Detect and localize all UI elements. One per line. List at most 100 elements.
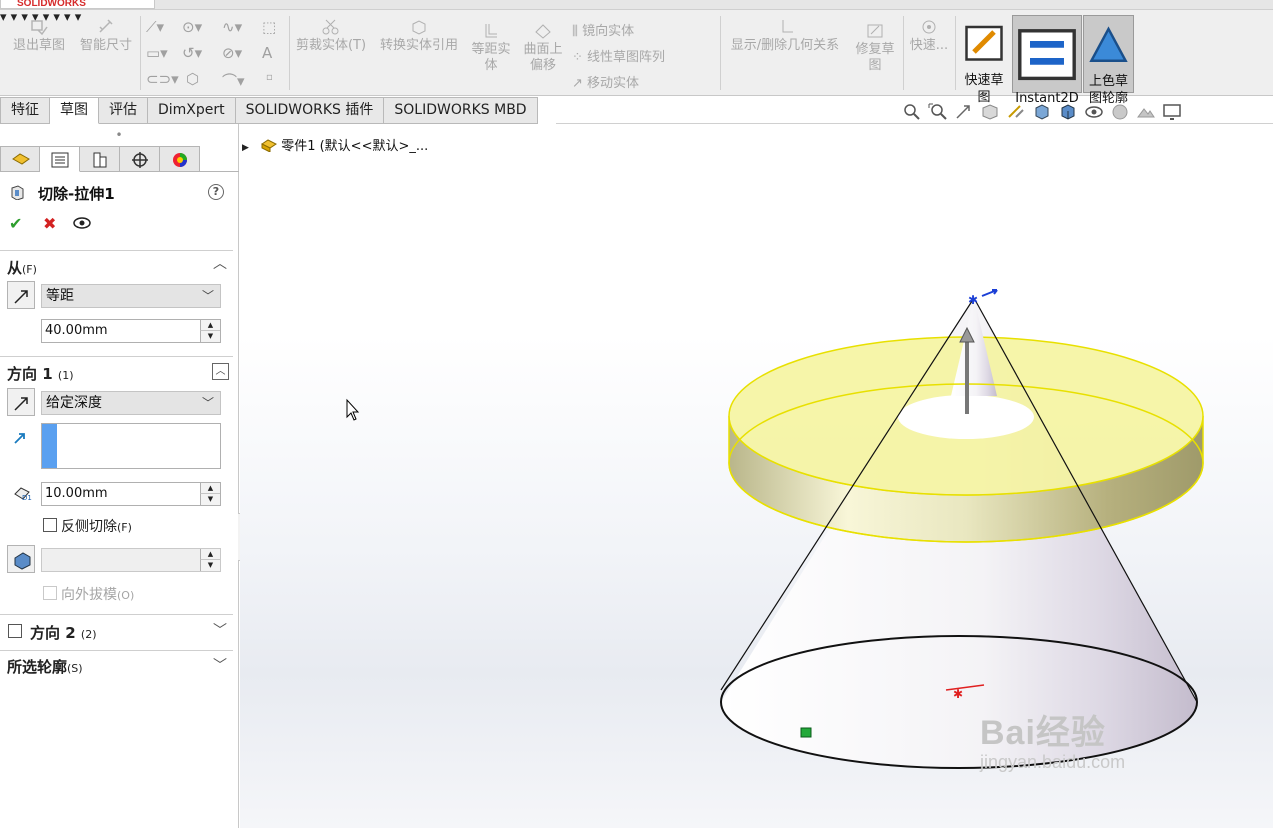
- text-icon[interactable]: A: [262, 44, 272, 62]
- tab-configuration-manager[interactable]: [80, 146, 120, 172]
- tab-solidworks-addins[interactable]: SOLIDWORKS 插件: [235, 97, 385, 124]
- model-view[interactable]: ✱ ✱: [240, 124, 1273, 828]
- surface-offset-button[interactable]: 曲面上 偏移: [518, 22, 568, 74]
- apply-scene-icon[interactable]: [1134, 101, 1158, 123]
- mirror-entities-button[interactable]: ⫼ 镜向实体: [572, 20, 634, 39]
- view-settings-icon[interactable]: [1160, 101, 1184, 123]
- solidworks-logo[interactable]: SOLIDWORKS: [0, 0, 155, 9]
- feature-tree-flyout[interactable]: ▶ 零件1 (默认<<默认>_...: [242, 135, 428, 154]
- spin-down-icon[interactable]: ▼: [200, 494, 220, 505]
- direction-reference-list[interactable]: [41, 423, 221, 469]
- shaded-contours-icon: [1089, 26, 1128, 62]
- repair-label-1: 修复草: [855, 42, 895, 57]
- flip-side-key: (F): [117, 521, 132, 534]
- fillet-icon[interactable]: ⌒▾: [222, 70, 245, 91]
- smart-dim-button[interactable]: 智能尺寸: [75, 18, 137, 54]
- zoom-area-icon[interactable]: [926, 101, 950, 123]
- section-view-icon[interactable]: [978, 101, 1002, 123]
- from-type-select[interactable]: 等距 ﹀: [41, 284, 221, 308]
- separator: [720, 16, 721, 90]
- line-icon[interactable]: ⟋▾: [146, 18, 164, 36]
- reverse-direction-icon: [14, 397, 28, 411]
- from-direction-icon: [14, 290, 28, 304]
- repair-label-2: 图: [868, 58, 882, 73]
- from-offset-input[interactable]: 40.00mm ▲ ▼: [41, 319, 221, 343]
- trim-button[interactable]: 剪裁实体(T): [293, 18, 369, 54]
- exit-sketch-button[interactable]: 退出草图: [8, 18, 70, 54]
- slot-icon[interactable]: ⊂⊃▾: [146, 70, 179, 88]
- point-icon[interactable]: ▫: [266, 72, 273, 83]
- arc-icon[interactable]: ↺▾: [182, 44, 202, 62]
- circle-icon[interactable]: ⊙▾: [182, 18, 202, 36]
- spline-icon[interactable]: ∿▾: [222, 18, 242, 36]
- from-direction-button[interactable]: [7, 281, 35, 309]
- feature-title: 切除-拉伸1: [38, 185, 115, 203]
- end-condition-select[interactable]: 给定深度 ﹀: [41, 391, 221, 415]
- previous-view-icon[interactable]: [952, 101, 976, 123]
- expand-triangle-icon[interactable]: ▶: [242, 143, 249, 153]
- direction1-section-header[interactable]: 方向 1 (1) ︿: [0, 356, 233, 383]
- repair-sketch-button[interactable]: 修复草 图: [850, 22, 900, 74]
- tab-dimxpert-manager[interactable]: [120, 146, 160, 172]
- tab-property-manager[interactable]: [40, 146, 80, 172]
- rectangle-icon[interactable]: ▭▾: [146, 44, 168, 62]
- show-relations-button[interactable]: 显示/删除几何关系: [724, 18, 846, 54]
- view-orientation-icon[interactable]: [1030, 101, 1054, 123]
- move-icon: ↗: [572, 76, 588, 91]
- move-entities-button[interactable]: ↗ 移动实体: [572, 72, 639, 91]
- tab-display-manager[interactable]: [160, 146, 200, 172]
- reverse-direction-button[interactable]: [7, 388, 35, 416]
- spin-up-icon[interactable]: ▲: [200, 320, 220, 331]
- quick-snaps-button[interactable]: 快速...: [906, 18, 952, 54]
- rapid-sketch-label-1: 快速草: [964, 73, 1004, 88]
- cancel-x-icon[interactable]: ✖: [43, 214, 56, 233]
- chevron-down-icon[interactable]: ﹀: [213, 620, 227, 640]
- polygon-icon[interactable]: ⬡: [186, 70, 199, 88]
- plane-icon[interactable]: ⬚: [262, 18, 276, 36]
- ellipse-icon[interactable]: ⊘▾: [222, 44, 242, 62]
- mirror-icon: ⫼: [572, 24, 583, 39]
- rapid-sketch-button[interactable]: 快速草 图: [959, 22, 1009, 105]
- direction2-section-header[interactable]: 方向 2 (2) ﹀: [0, 614, 233, 646]
- chevron-down-icon[interactable]: ﹀: [213, 655, 227, 675]
- spin-up-icon[interactable]: ▲: [200, 549, 220, 560]
- direction2-checkbox[interactable]: [8, 624, 22, 638]
- panel-grip[interactable]: •: [0, 124, 238, 146]
- spin-up-icon[interactable]: ▲: [200, 483, 220, 494]
- graphics-area[interactable]: ✱ ✱: [240, 124, 1273, 828]
- instant2d-button[interactable]: Instant2D: [1012, 15, 1082, 106]
- collapse-chevron-icon[interactable]: ︿: [213, 253, 227, 273]
- help-icon[interactable]: ?: [208, 184, 224, 200]
- tab-solidworks-mbd[interactable]: SOLIDWORKS MBD: [384, 97, 538, 124]
- collapse-box-icon[interactable]: ︿: [212, 363, 229, 380]
- flip-side-checkbox[interactable]: [43, 518, 57, 532]
- offset-entities-button[interactable]: 等距实 体: [466, 22, 516, 74]
- hide-show-items-icon[interactable]: [1082, 101, 1106, 123]
- depth-input[interactable]: 10.00mm ▲ ▼: [41, 482, 221, 506]
- linear-pattern-button[interactable]: ⁘ 线性草图阵列: [572, 46, 665, 65]
- from-section-header[interactable]: 从(F) ︿: [0, 250, 233, 277]
- spin-down-icon[interactable]: ▼: [200, 331, 220, 342]
- exit-sketch-dropdown-icon[interactable]: ▾: [0, 10, 7, 25]
- sketch-point-marker[interactable]: [800, 727, 812, 738]
- preview-eye-icon[interactable]: [73, 217, 91, 229]
- draft-toggle-button[interactable]: [7, 545, 35, 573]
- selected-contours-section-header[interactable]: 所选轮廓(S) ﹀: [0, 650, 233, 682]
- dynamic-annotation-icon[interactable]: [1004, 101, 1028, 123]
- spin-down-icon[interactable]: ▼: [200, 560, 220, 571]
- edit-appearance-icon[interactable]: [1108, 101, 1132, 123]
- tab-dimxpert[interactable]: DimXpert: [148, 97, 236, 124]
- chevron-down-icon: ﹀: [201, 289, 214, 303]
- display-style-icon[interactable]: [1056, 101, 1080, 123]
- tab-feature-manager[interactable]: [0, 146, 40, 172]
- convert-entities-button[interactable]: 转换实体引用: [373, 18, 465, 54]
- configuration-manager-icon: [93, 152, 107, 168]
- tab-features[interactable]: 特征: [0, 97, 50, 124]
- shaded-contours-button[interactable]: 上色草 图轮廓: [1083, 15, 1134, 106]
- zoom-to-fit-icon[interactable]: [900, 101, 924, 123]
- tab-evaluate[interactable]: 评估: [99, 97, 148, 124]
- draft-angle-input[interactable]: ▲ ▼: [41, 548, 221, 572]
- tab-sketch[interactable]: 草图: [50, 97, 99, 124]
- draft-outward-checkbox[interactable]: [43, 586, 57, 600]
- ok-check-icon[interactable]: ✔: [9, 214, 22, 233]
